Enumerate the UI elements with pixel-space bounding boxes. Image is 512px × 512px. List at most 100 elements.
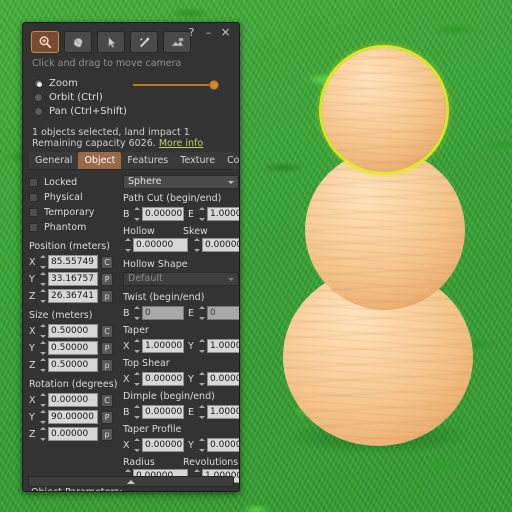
hollow-shape-dropdown[interactable]: Default xyxy=(123,272,239,286)
twist-begin-spinner[interactable] xyxy=(132,306,141,320)
taper-profile-x-spinner[interactable] xyxy=(132,438,141,452)
position-paste-link-button[interactable]: p xyxy=(101,289,113,303)
rotation-y-input[interactable]: 90.00000 xyxy=(48,410,98,424)
dimple-end-spinner[interactable] xyxy=(197,405,206,419)
size-x-input[interactable]: 0.50000 xyxy=(48,324,98,338)
size-paste-link-button[interactable]: p xyxy=(101,358,113,372)
camera-mode-pan[interactable]: Pan (Ctrl+Shift) xyxy=(34,104,230,118)
hollow-spinner[interactable] xyxy=(123,238,132,252)
taper-x-input[interactable]: 1.00000 xyxy=(142,339,184,353)
checkbox-physical-box[interactable] xyxy=(29,193,38,202)
position-copy-button[interactable]: C xyxy=(101,255,113,269)
path-cut-begin-input[interactable]: 0.00000 xyxy=(142,207,184,221)
rotation-copy-button[interactable]: C xyxy=(101,393,113,407)
checkbox-temporary-box[interactable] xyxy=(29,208,38,217)
checkbox-phantom[interactable]: Phantom xyxy=(29,220,119,235)
twist-end-input[interactable]: 0 xyxy=(207,306,239,320)
rotation-x-row: X 0.00000 C xyxy=(29,392,119,408)
build-tools-floater[interactable]: ? – × Click and drag to move camera Zoom… xyxy=(22,22,240,492)
twist-begin-input[interactable]: 0 xyxy=(142,306,184,320)
top-shear-y-input[interactable]: 0.00000 xyxy=(207,372,239,386)
taper-y-spinner[interactable] xyxy=(197,339,206,353)
object-tab-body: Locked Physical Temporary Phantom Positi… xyxy=(23,170,239,484)
size-paste-button[interactable]: P xyxy=(101,341,113,355)
top-shear-y-spinner[interactable] xyxy=(197,372,206,386)
tab-texture[interactable]: Texture xyxy=(174,152,222,169)
skew-field: 0.00000 xyxy=(192,237,239,253)
taper-y-input[interactable]: 1.00000 xyxy=(207,339,239,353)
checkbox-locked-box[interactable] xyxy=(29,178,38,187)
position-y-input[interactable]: 33.16757 xyxy=(48,272,98,286)
taper-profile-y-input[interactable]: 0.00000 xyxy=(207,438,239,452)
size-y-input[interactable]: 0.50000 xyxy=(48,341,98,355)
dimple-begin-input[interactable]: 0.00000 xyxy=(142,405,184,419)
taper-x-spinner[interactable] xyxy=(132,339,141,353)
position-z-input[interactable]: 26.36741 xyxy=(48,289,98,303)
position-x-spinner[interactable] xyxy=(38,255,47,269)
checkbox-locked[interactable]: Locked xyxy=(29,175,119,190)
skew-spinner[interactable] xyxy=(192,238,201,252)
zoom-slider[interactable] xyxy=(133,79,219,91)
help-icon[interactable]: ? xyxy=(185,26,198,39)
checkbox-temporary[interactable]: Temporary xyxy=(29,205,119,220)
rotation-z-spinner[interactable] xyxy=(38,427,47,441)
rotation-z-input[interactable]: 0.00000 xyxy=(48,427,98,441)
checkbox-phantom-box[interactable] xyxy=(29,223,38,232)
size-copy-button[interactable]: C xyxy=(101,324,113,338)
tab-object[interactable]: Object xyxy=(78,152,122,169)
size-y-row: Y 0.50000 P xyxy=(29,340,119,356)
dimple-row: B 0.00000 E 1.00000 xyxy=(123,404,239,420)
more-info-link[interactable]: More info xyxy=(159,138,203,149)
position-paste-button[interactable]: P xyxy=(101,272,113,286)
rotation-x-spinner[interactable] xyxy=(38,393,47,407)
dimple-begin-spinner[interactable] xyxy=(132,405,141,419)
size-y-spinner[interactable] xyxy=(38,341,47,355)
position-y-spinner[interactable] xyxy=(38,272,47,286)
size-group-label: Size (meters) xyxy=(29,310,93,321)
sphere-top-selected[interactable] xyxy=(322,48,446,172)
minimize-icon[interactable]: – xyxy=(202,26,215,39)
hollow-input[interactable]: 0.00000 xyxy=(133,238,188,252)
size-x-spinner[interactable] xyxy=(38,324,47,338)
zoom-slider-handle[interactable] xyxy=(209,80,219,90)
position-z-spinner[interactable] xyxy=(38,289,47,303)
tab-features[interactable]: Features xyxy=(121,152,175,169)
revolutions-label: Revolutions xyxy=(183,457,239,468)
rotation-paste-link-button[interactable]: p xyxy=(101,427,113,441)
rotation-y-spinner[interactable] xyxy=(38,410,47,424)
top-shear-label: Top Shear xyxy=(123,358,170,369)
checkbox-physical[interactable]: Physical xyxy=(29,190,119,205)
tab-general[interactable]: General xyxy=(29,152,79,169)
twist-end-spinner[interactable] xyxy=(197,306,206,320)
zoom-slider-track xyxy=(133,84,217,86)
twist-label: Twist (begin/end) xyxy=(123,292,205,303)
camera-mode-group: Zoom Orbit (Ctrl) Pan (Ctrl+Shift) xyxy=(23,69,239,118)
twist-end-label: E xyxy=(188,307,195,319)
path-cut-begin-spinner[interactable] xyxy=(132,207,141,221)
panel-collapse-bar[interactable] xyxy=(28,476,234,487)
tab-content[interactable]: Content xyxy=(221,152,239,169)
hollow-label: Hollow xyxy=(123,226,155,237)
sphere-middle[interactable] xyxy=(305,150,465,310)
path-cut-end-input[interactable]: 1.00000 xyxy=(207,207,239,221)
chevron-down-icon xyxy=(228,181,234,184)
taper-profile-x-input[interactable]: 0.00000 xyxy=(142,438,184,452)
camera-mode-orbit[interactable]: Orbit (Ctrl) xyxy=(34,90,230,104)
radio-orbit-icon[interactable] xyxy=(34,92,43,102)
building-block-type-dropdown[interactable]: Sphere xyxy=(123,175,239,189)
radio-pan-icon[interactable] xyxy=(34,106,43,116)
top-shear-x-input[interactable]: 0.00000 xyxy=(142,372,184,386)
position-x-input[interactable]: 85.55749 xyxy=(48,255,98,269)
size-z-spinner[interactable] xyxy=(38,358,47,372)
rotation-x-input[interactable]: 0.00000 xyxy=(48,393,98,407)
rotation-paste-button[interactable]: P xyxy=(101,410,113,424)
skew-input[interactable]: 0.00000 xyxy=(202,238,239,252)
radio-zoom-icon[interactable] xyxy=(34,78,43,88)
close-icon[interactable]: × xyxy=(219,26,232,39)
dimple-end-input[interactable]: 1.00000 xyxy=(207,405,239,419)
panel-titlebar[interactable]: ? – × xyxy=(23,23,239,45)
top-shear-x-spinner[interactable] xyxy=(132,372,141,386)
path-cut-end-spinner[interactable] xyxy=(197,207,206,221)
size-z-input[interactable]: 0.50000 xyxy=(48,358,98,372)
taper-profile-y-spinner[interactable] xyxy=(197,438,206,452)
